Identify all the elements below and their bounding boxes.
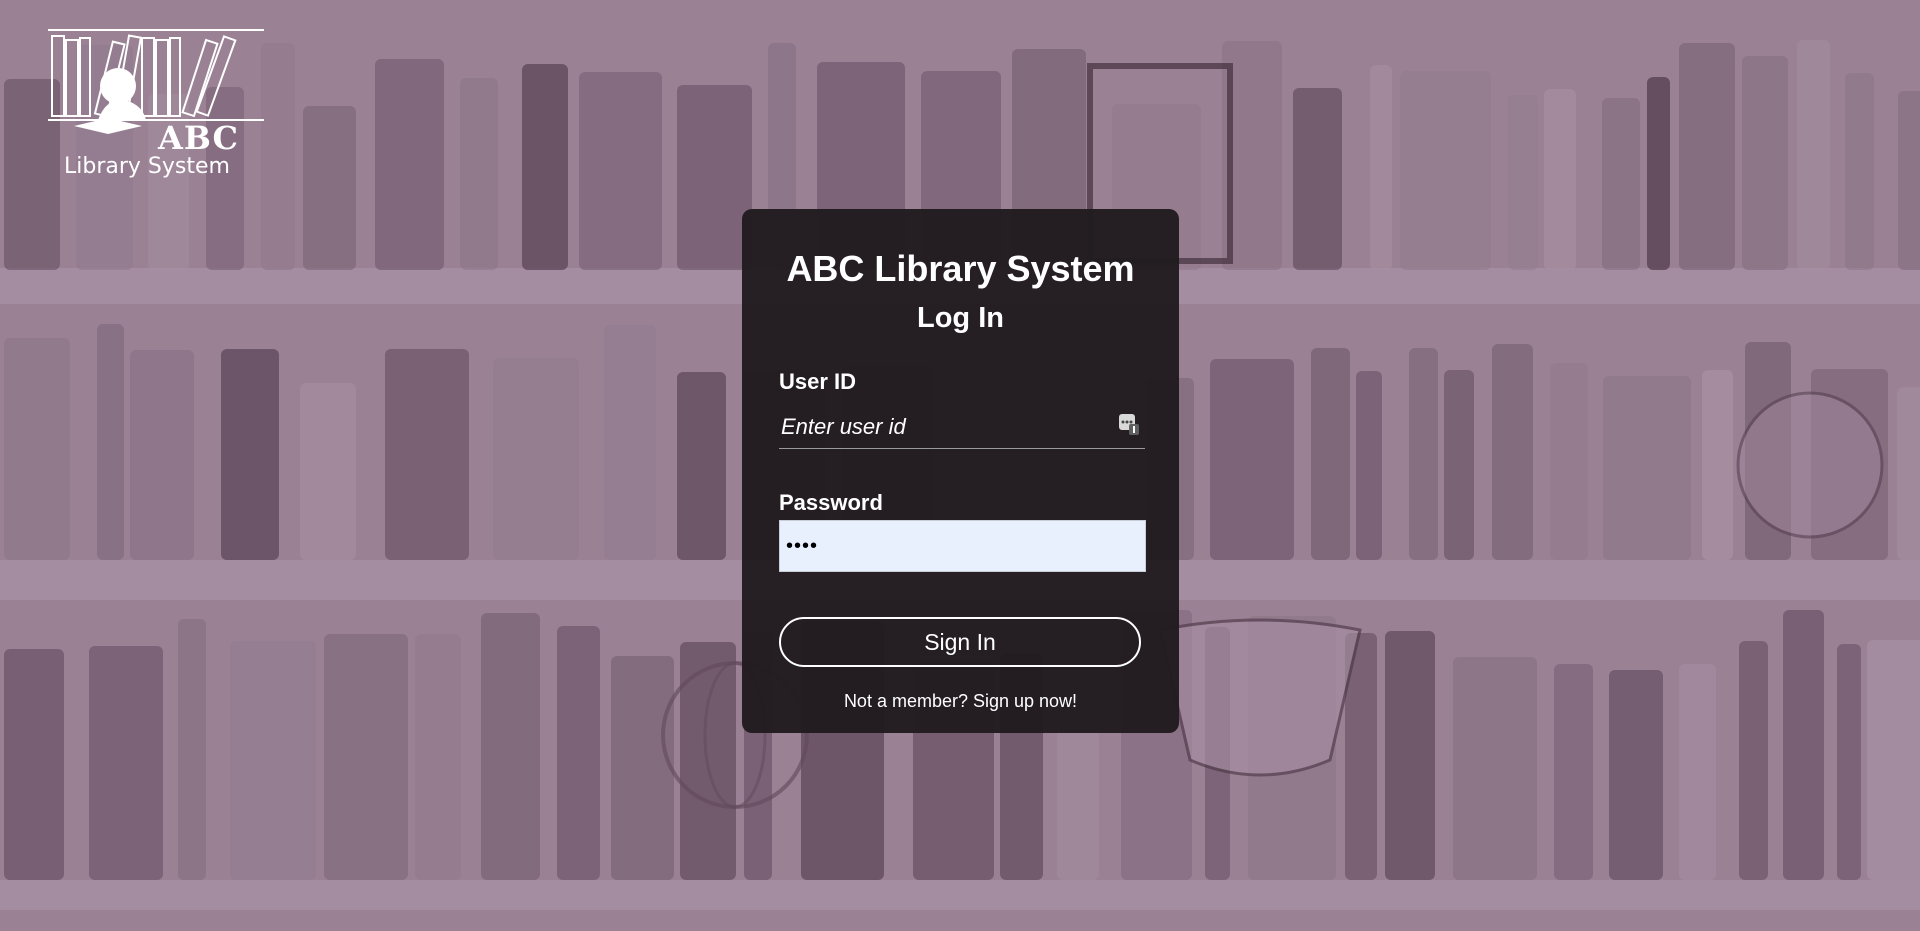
login-card: ABC Library System Log In User ID Passwo…: [742, 209, 1179, 733]
login-page: ABC Library System ABC Library System Lo…: [0, 0, 1920, 931]
user-id-label: User ID: [779, 369, 857, 394]
logo-subtitle-text: Library System: [64, 154, 230, 179]
login-card-subtitle: Log In: [917, 302, 1004, 334]
logo-abc-text: ABC: [158, 119, 239, 157]
abc-library-logo: ABC Library System: [46, 28, 268, 188]
sign-in-button[interactable]: Sign In: [779, 617, 1141, 667]
password-manager-key-icon[interactable]: [1118, 412, 1140, 436]
user-id-input[interactable]: [779, 405, 1145, 449]
sign-up-link[interactable]: Not a member? Sign up now!: [742, 691, 1179, 713]
password-label: Password: [779, 490, 883, 515]
password-input[interactable]: [779, 520, 1146, 572]
login-card-title: ABC Library System: [786, 248, 1135, 289]
